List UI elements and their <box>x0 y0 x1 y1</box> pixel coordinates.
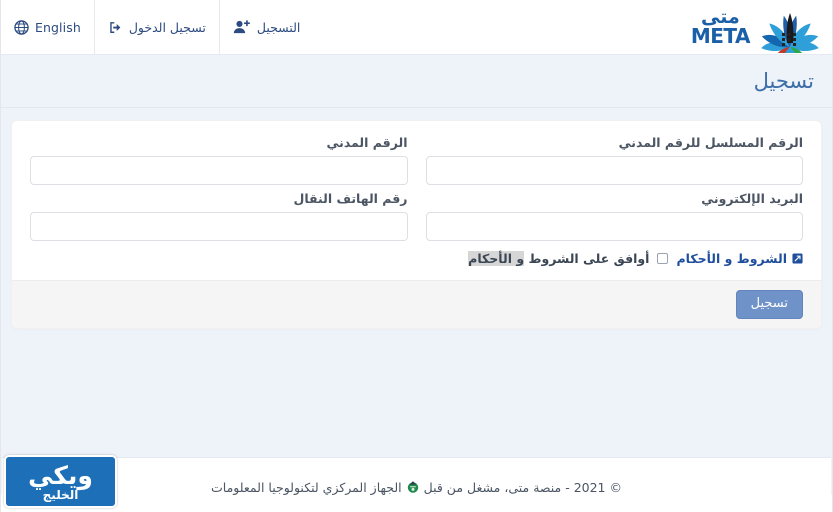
field-group-serial-number: الرقم المسلسل للرقم المدني <box>425 135 803 185</box>
wikigulf-watermark: ويكي الخليج <box>4 455 117 508</box>
nav-item-login[interactable]: تسجيل الدخول <box>95 0 220 55</box>
page-header-band: تسجيل <box>1 55 832 108</box>
brand-english-text: META <box>690 24 751 48</box>
serial-number-input[interactable] <box>425 156 803 185</box>
terms-agree-text-plain: أوافق على الشروط <box>524 251 650 266</box>
page-body: الرقم المسلسل للرقم المدني الرقم المدني … <box>1 108 832 495</box>
terms-agree-text: أوافق على الشروط و الأحكام <box>468 251 649 266</box>
nav-item-register-label: التسجيل <box>256 19 301 35</box>
brand-logo[interactable]: متى META <box>690 2 826 66</box>
civil-number-label: الرقم المدني <box>326 135 408 150</box>
external-link-icon[interactable] <box>792 253 803 264</box>
registration-form: الرقم المسلسل للرقم المدني الرقم المدني … <box>12 121 821 280</box>
site-footer: © 2021 - منصة متى، مشغل من قبل الجهاز ال… <box>2 457 831 512</box>
top-navbar: English تسجيل الدخول التسجيل متى META <box>1 0 832 66</box>
nav-item-login-label: تسجيل الدخول <box>128 19 206 35</box>
email-label: البريد الإلكتروني <box>701 191 803 206</box>
serial-number-label: الرقم المسلسل للرقم المدني <box>618 135 803 150</box>
card-footer: تسجيل <box>12 280 821 328</box>
watermark-main-text: ويكي <box>28 460 93 490</box>
field-group-mobile: رقم الهاتف النقال <box>30 191 408 241</box>
terms-agree-checkbox[interactable] <box>657 253 669 264</box>
civil-number-input[interactable] <box>30 156 408 185</box>
page-title: تسجيل <box>753 69 814 93</box>
meta-fan-logo-icon <box>754 3 826 66</box>
mobile-number-label: رقم الهاتف النقال <box>293 191 408 206</box>
nav-item-register[interactable]: التسجيل <box>220 0 314 55</box>
registration-card: الرقم المسلسل للرقم المدني الرقم المدني … <box>11 120 822 329</box>
email-input[interactable] <box>425 212 803 241</box>
cait-emblem-icon <box>406 480 420 494</box>
form-row-1: الرقم المسلسل للرقم المدني الرقم المدني <box>30 135 803 185</box>
form-row-2: البريد الإلكتروني رقم الهاتف النقال <box>30 191 803 241</box>
page-root: English تسجيل الدخول التسجيل متى META تس… <box>0 0 833 512</box>
brand-wordmark: متى META <box>690 8 751 48</box>
user-plus-icon <box>233 19 251 35</box>
sign-in-icon <box>108 20 123 35</box>
nav-item-english[interactable]: English <box>1 0 95 55</box>
nav-item-english-label: English <box>35 19 81 35</box>
footer-copyright: © 2021 - منصة متى، مشغل من قبل <box>423 479 622 495</box>
globe-icon <box>14 19 29 35</box>
mobile-number-input[interactable] <box>30 212 408 241</box>
terms-and-conditions-link[interactable]: الشروط و الأحكام <box>676 251 787 266</box>
register-submit-button[interactable]: تسجيل <box>735 290 803 319</box>
terms-row: الشروط و الأحكام أوافق على الشروط و الأح… <box>30 251 803 266</box>
navbar-links: English تسجيل الدخول التسجيل <box>1 0 313 55</box>
field-group-civil-number: الرقم المدني <box>30 135 408 185</box>
footer-text: © 2021 - منصة متى، مشغل من قبل الجهاز ال… <box>211 480 622 495</box>
terms-agree-text-highlight: و الأحكام <box>468 251 525 266</box>
field-group-email: البريد الإلكتروني <box>425 191 803 241</box>
watermark-sub-text: الخليج <box>42 487 79 502</box>
footer-organization: الجهاز المركزي لتكنولوجيا المعلومات <box>211 479 402 495</box>
